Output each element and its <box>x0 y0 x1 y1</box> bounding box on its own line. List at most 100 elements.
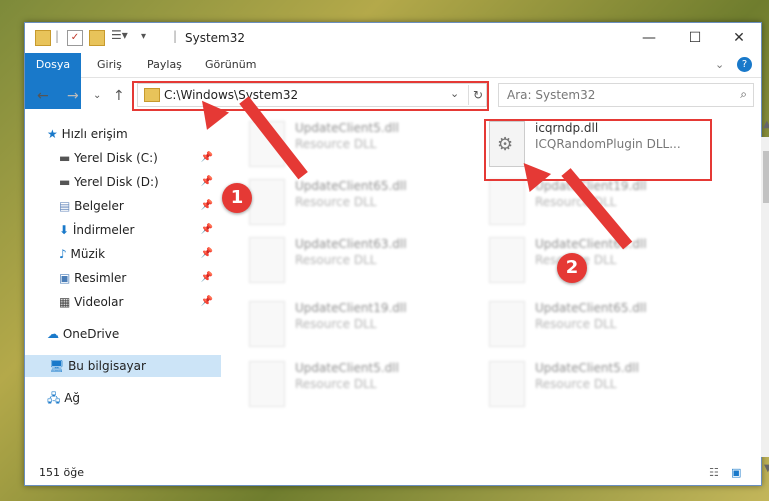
sidebar-item-label: Belgeler <box>74 199 124 213</box>
maximize-button[interactable]: ☐ <box>675 27 715 49</box>
dll-file-icon <box>249 179 285 225</box>
file-item[interactable]: UpdateClient65.dll Resource DLL <box>243 173 473 229</box>
large-icons-view-icon[interactable]: ▣ <box>731 461 741 485</box>
sidebar-item-videos[interactable]: ▦ Videolar 📌 <box>59 291 221 313</box>
pictures-icon: ▣ <box>59 271 71 285</box>
file-name: UpdateClient65.dll <box>295 179 407 193</box>
dll-file-icon <box>489 179 525 225</box>
file-name: UpdateClient19.dll <box>535 179 647 193</box>
close-button[interactable]: ✕ <box>719 27 759 49</box>
navigation-pane: ★ Hızlı erişim ▬ Yerel Disk (C:) 📌 ▬ Yer… <box>25 115 221 461</box>
sidebar-item-local-disk-c[interactable]: ▬ Yerel Disk (C:) 📌 <box>59 147 221 169</box>
folder-icon[interactable] <box>35 30 51 46</box>
callout-badge-1: 1 <box>222 183 252 213</box>
expand-ribbon-icon[interactable]: ⌄ <box>715 53 724 77</box>
file-type: Resource DLL <box>295 137 377 151</box>
tab-paylas[interactable]: Paylaş <box>147 53 182 77</box>
status-bar: 151 öğe ☷ ▣ <box>25 461 761 485</box>
file-item[interactable]: UpdateClient5.dll Resource DLL <box>483 355 713 411</box>
file-item[interactable]: UpdateClient19.dll Resource DLL <box>243 295 473 351</box>
sidebar-item-label: Videolar <box>74 295 124 309</box>
pin-icon: 📌 <box>200 200 213 211</box>
file-item[interactable]: UpdateClient65.dll Resource DLL <box>483 231 713 287</box>
details-view-icon[interactable]: ☷ <box>709 461 719 485</box>
sidebar-item-label: İndirmeler <box>72 223 135 237</box>
file-item[interactable]: UpdateClient65.dll Resource DLL <box>483 295 713 351</box>
file-name: UpdateClient5.dll <box>535 361 639 375</box>
dll-file-icon <box>489 301 525 347</box>
computer-icon: 🖥 <box>49 359 65 373</box>
scroll-down-icon[interactable]: ▼ <box>764 463 769 474</box>
pin-icon: 📌 <box>200 224 213 235</box>
callout-badge-2: 2 <box>557 253 587 283</box>
ribbon-tabs: Dosya Giriş Paylaş Görünüm ⌄ ? <box>25 53 761 109</box>
file-type: Resource DLL <box>295 317 377 331</box>
sidebar-item-this-pc[interactable]: 🖥 Bu bilgisayar <box>25 355 221 377</box>
pin-icon: 📌 <box>200 296 213 307</box>
tab-giris[interactable]: Giriş <box>97 53 122 77</box>
file-name: UpdateClient63.dll <box>295 237 407 251</box>
back-arrow-icon[interactable]: ← <box>37 88 49 104</box>
sidebar-item-label: Yerel Disk (D:) <box>74 175 159 189</box>
file-item[interactable]: UpdateClient63.dll Resource DLL <box>243 231 473 287</box>
sidebar-item-onedrive[interactable]: ☁ OneDrive <box>47 323 119 345</box>
sidebar-item-label: Hızlı erişim <box>61 127 128 141</box>
sidebar-item-network[interactable]: 🖧 Ağ <box>47 387 80 409</box>
up-arrow-icon[interactable]: ↑ <box>113 88 125 104</box>
window-title: System32 <box>185 31 246 45</box>
dll-file-icon <box>249 237 285 283</box>
video-icon: ▦ <box>59 295 71 309</box>
help-icon[interactable]: ? <box>737 57 752 72</box>
sidebar-item-downloads[interactable]: ⬇ İndirmeler 📌 <box>59 219 221 241</box>
sidebar-item-label: Müzik <box>70 247 106 261</box>
download-icon: ⬇ <box>59 223 70 237</box>
dll-file-icon <box>489 237 525 283</box>
sidebar-item-documents[interactable]: ▤ Belgeler 📌 <box>59 195 221 217</box>
dll-file-icon <box>249 361 285 407</box>
sidebar-item-label: OneDrive <box>62 327 120 341</box>
star-icon: ★ <box>47 127 58 141</box>
sidebar-item-pictures[interactable]: ▣ Resimler 📌 <box>59 267 221 289</box>
explorer-window: | ✓ ☰▾ ▾ | System32 — ☐ ✕ Dosya Giriş Pa… <box>24 22 769 486</box>
item-count: 151 öğe <box>39 466 84 479</box>
file-type: Resource DLL <box>535 195 617 209</box>
separator: | <box>55 29 60 43</box>
forward-arrow-icon[interactable]: → <box>67 88 79 104</box>
music-icon: ♪ <box>59 247 67 261</box>
chevron-down-icon[interactable]: ▾ <box>141 31 146 47</box>
scroll-up-icon[interactable]: ▲ <box>763 119 769 130</box>
scroll-thumb[interactable] <box>763 151 769 203</box>
file-name: UpdateClient5.dll <box>295 361 399 375</box>
sidebar-item-music[interactable]: ♪ Müzik 📌 <box>59 243 221 265</box>
file-type: Resource DLL <box>295 195 377 209</box>
title-bar: | ✓ ☰▾ ▾ | System32 — ☐ ✕ <box>25 23 761 53</box>
tab-gorunum[interactable]: Görünüm <box>205 53 256 77</box>
network-icon: 🖧 <box>47 391 61 405</box>
file-item[interactable]: UpdateClient5.dll Resource DLL <box>243 355 473 411</box>
search-input[interactable]: Ara: System32 ⌕ <box>498 83 754 107</box>
file-type: Resource DLL <box>535 377 617 391</box>
file-type: Resource DLL <box>295 253 377 267</box>
sidebar-item-label: Resimler <box>74 271 127 285</box>
drive-icon: ▬ <box>59 151 71 165</box>
sidebar-item-label: Ağ <box>64 391 81 405</box>
document-icon: ▤ <box>59 199 71 213</box>
dll-file-icon <box>249 301 285 347</box>
properties-icon[interactable]: ✓ <box>67 30 83 46</box>
address-highlight-box <box>132 81 489 111</box>
separator: | <box>173 29 178 43</box>
customize-quick-access-icon[interactable]: ☰▾ <box>111 28 128 44</box>
dll-file-icon <box>489 361 525 407</box>
recent-locations-icon[interactable]: ⌄ <box>93 90 101 101</box>
sidebar-item-label: Bu bilgisayar <box>68 359 146 373</box>
minimize-button[interactable]: — <box>629 27 669 49</box>
sidebar-item-quick-access[interactable]: ★ Hızlı erişim <box>47 123 128 145</box>
address-row: ← → ⌄ ↑ C:\Windows\System32 ⌄ ↻ Ara: Sys… <box>25 78 761 112</box>
sidebar-item-label: Yerel Disk (C:) <box>74 151 158 165</box>
file-name: UpdateClient5.dll <box>295 121 399 135</box>
sidebar-item-local-disk-d[interactable]: ▬ Yerel Disk (D:) 📌 <box>59 171 221 193</box>
pin-icon: 📌 <box>200 176 213 187</box>
cloud-icon: ☁ <box>47 327 59 341</box>
search-icon[interactable]: ⌕ <box>740 87 747 102</box>
new-folder-icon[interactable] <box>89 30 105 46</box>
